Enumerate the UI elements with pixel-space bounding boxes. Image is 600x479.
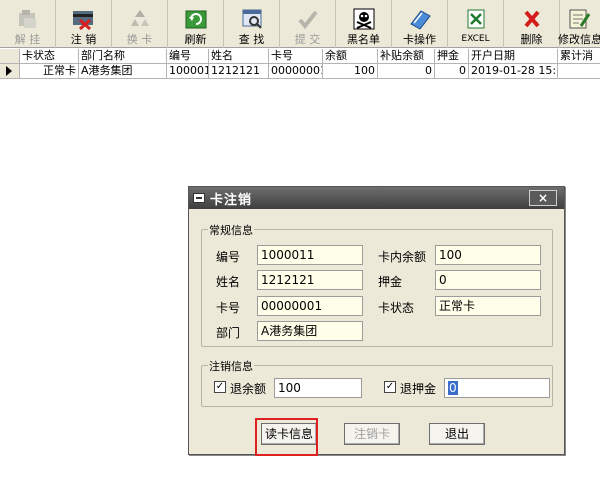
deposit-label: 押金 <box>378 275 403 289</box>
delete-icon <box>519 7 545 31</box>
col-name[interactable]: 姓名 <box>209 49 269 64</box>
cancel-card-dialog-button[interactable]: 注销卡 <box>344 423 400 445</box>
edit-info-button[interactable]: 修改信息 <box>558 0 600 48</box>
col-department[interactable]: 部门名称 <box>79 49 167 64</box>
refresh-icon <box>183 7 209 31</box>
refund-balance-field[interactable]: 100 <box>274 378 362 398</box>
col-deposit[interactable]: 押金 <box>435 49 469 64</box>
name-field[interactable]: 1212121 <box>257 270 363 290</box>
search-icon <box>239 7 265 31</box>
cell-balance[interactable]: 100 <box>323 64 378 79</box>
cell-card-status[interactable]: 正常卡 <box>20 64 79 79</box>
col-open-date[interactable]: 开户日期 <box>469 49 558 64</box>
refund-deposit-field[interactable]: 0 <box>444 378 550 398</box>
balance-label: 卡内余额 <box>378 250 427 264</box>
search-button[interactable]: 查 找 <box>224 0 280 48</box>
blacklist-icon <box>351 7 377 31</box>
refresh-button[interactable]: 刷新 <box>168 0 224 48</box>
card-grid: 卡状态 部门名称 编号 姓名 卡号 余额 补贴余额 押金 开户日期 累计消 正常… <box>0 49 600 79</box>
dialog-titlebar[interactable]: 卡注销 × <box>189 187 564 209</box>
deposit-field[interactable]: 0 <box>435 270 541 290</box>
card-no-field[interactable]: 00000001 <box>257 296 363 316</box>
refund-balance-label: 退余额 <box>230 382 267 396</box>
unhang-label: 解 挂 <box>14 33 41 46</box>
dept-label: 部门 <box>216 326 241 340</box>
col-card-status[interactable]: 卡状态 <box>20 49 79 64</box>
recycle-icon <box>127 7 153 31</box>
blacklist-label: 黑名单 <box>347 33 380 46</box>
col-balance[interactable]: 余额 <box>323 49 378 64</box>
grid-header-row: 卡状态 部门名称 编号 姓名 卡号 余额 补贴余额 押金 开户日期 累计消 <box>0 49 600 64</box>
cancel-card-button[interactable]: 注 销 <box>56 0 112 48</box>
card-no-label: 卡号 <box>216 301 241 315</box>
cell-card-no[interactable]: 00000001 <box>269 64 323 79</box>
cell-name[interactable]: 1212121 <box>209 64 269 79</box>
refresh-label: 刷新 <box>184 33 207 46</box>
row-indicator <box>0 64 20 79</box>
read-card-highlight <box>255 418 318 456</box>
replace-card-label: 换 卡 <box>126 33 153 46</box>
replace-card-button[interactable]: 换 卡 <box>112 0 168 48</box>
balance-field[interactable]: 100 <box>435 245 541 265</box>
toolbar: 解 挂 注 销 换 卡 刷新 查 找 提 交 黑名单 卡操作 EXCEL 删除 … <box>0 0 600 48</box>
col-id[interactable]: 编号 <box>167 49 209 64</box>
col-cumulative[interactable]: 累计消 <box>558 49 600 64</box>
cell-open-date[interactable]: 2019-01-28 15:10 <box>469 64 558 79</box>
exit-button[interactable]: 退出 <box>429 423 485 445</box>
cancel-info-title: 注销信息 <box>208 358 254 374</box>
col-card-no[interactable]: 卡号 <box>269 49 323 64</box>
edit-info-icon <box>567 7 593 31</box>
search-label: 查 找 <box>238 33 265 46</box>
unhang-icon <box>15 7 41 31</box>
general-info-group: 常规信息 编号 1000011 卡内余额 100 姓名 1212121 押金 0… <box>201 222 553 347</box>
refund-deposit-checkbox[interactable]: ✓ <box>384 381 396 393</box>
refund-deposit-value: 0 <box>448 381 458 395</box>
window-menu-icon[interactable] <box>193 193 205 203</box>
name-label: 姓名 <box>216 275 241 289</box>
excel-button[interactable]: EXCEL <box>448 0 504 48</box>
delete-label: 删除 <box>520 33 543 46</box>
edit-info-label: 修改信息 <box>558 33 600 46</box>
id-field[interactable]: 1000011 <box>257 245 363 265</box>
id-label: 编号 <box>216 250 241 264</box>
row-indicator-header <box>0 49 20 64</box>
card-operation-button[interactable]: 卡操作 <box>392 0 448 48</box>
cell-deposit[interactable]: 0 <box>435 64 469 79</box>
refund-balance-checkbox[interactable]: ✓ <box>214 381 226 393</box>
card-operation-label: 卡操作 <box>403 33 436 46</box>
cell-id[interactable]: 1000011 <box>167 64 209 79</box>
current-row-icon <box>6 66 12 76</box>
dept-field[interactable]: A港务集团 <box>257 321 363 341</box>
submit-label: 提 交 <box>294 33 321 46</box>
submit-icon <box>295 7 321 31</box>
submit-button[interactable]: 提 交 <box>280 0 336 48</box>
delete-button[interactable]: 删除 <box>504 0 560 48</box>
excel-label: EXCEL <box>461 34 490 44</box>
status-label: 卡状态 <box>378 301 415 315</box>
card-cancel-dialog: 卡注销 × 常规信息 编号 1000011 卡内余额 100 姓名 121212… <box>188 186 565 456</box>
dialog-title: 卡注销 <box>210 192 253 208</box>
cell-department[interactable]: A港务集团 <box>79 64 167 79</box>
cancel-card-label: 注 销 <box>70 33 97 46</box>
unhang-button[interactable]: 解 挂 <box>0 0 56 48</box>
cell-subsidy[interactable]: 0 <box>378 64 435 79</box>
card-operation-icon <box>407 7 433 31</box>
status-field[interactable]: 正常卡 <box>435 296 541 316</box>
excel-icon <box>463 7 489 31</box>
blacklist-button[interactable]: 黑名单 <box>336 0 392 48</box>
close-button[interactable]: × <box>529 190 557 206</box>
table-row[interactable]: 正常卡 A港务集团 1000011 1212121 00000001 100 0… <box>0 64 600 79</box>
col-subsidy[interactable]: 补贴余额 <box>378 49 435 64</box>
cancel-info-group: 注销信息 ✓ 退余额 100 ✓ 退押金 0 <box>201 358 553 407</box>
refund-deposit-label: 退押金 <box>400 382 437 396</box>
cancel-card-icon <box>71 7 97 31</box>
general-info-title: 常规信息 <box>208 222 254 238</box>
cell-cumulative[interactable] <box>558 64 600 79</box>
